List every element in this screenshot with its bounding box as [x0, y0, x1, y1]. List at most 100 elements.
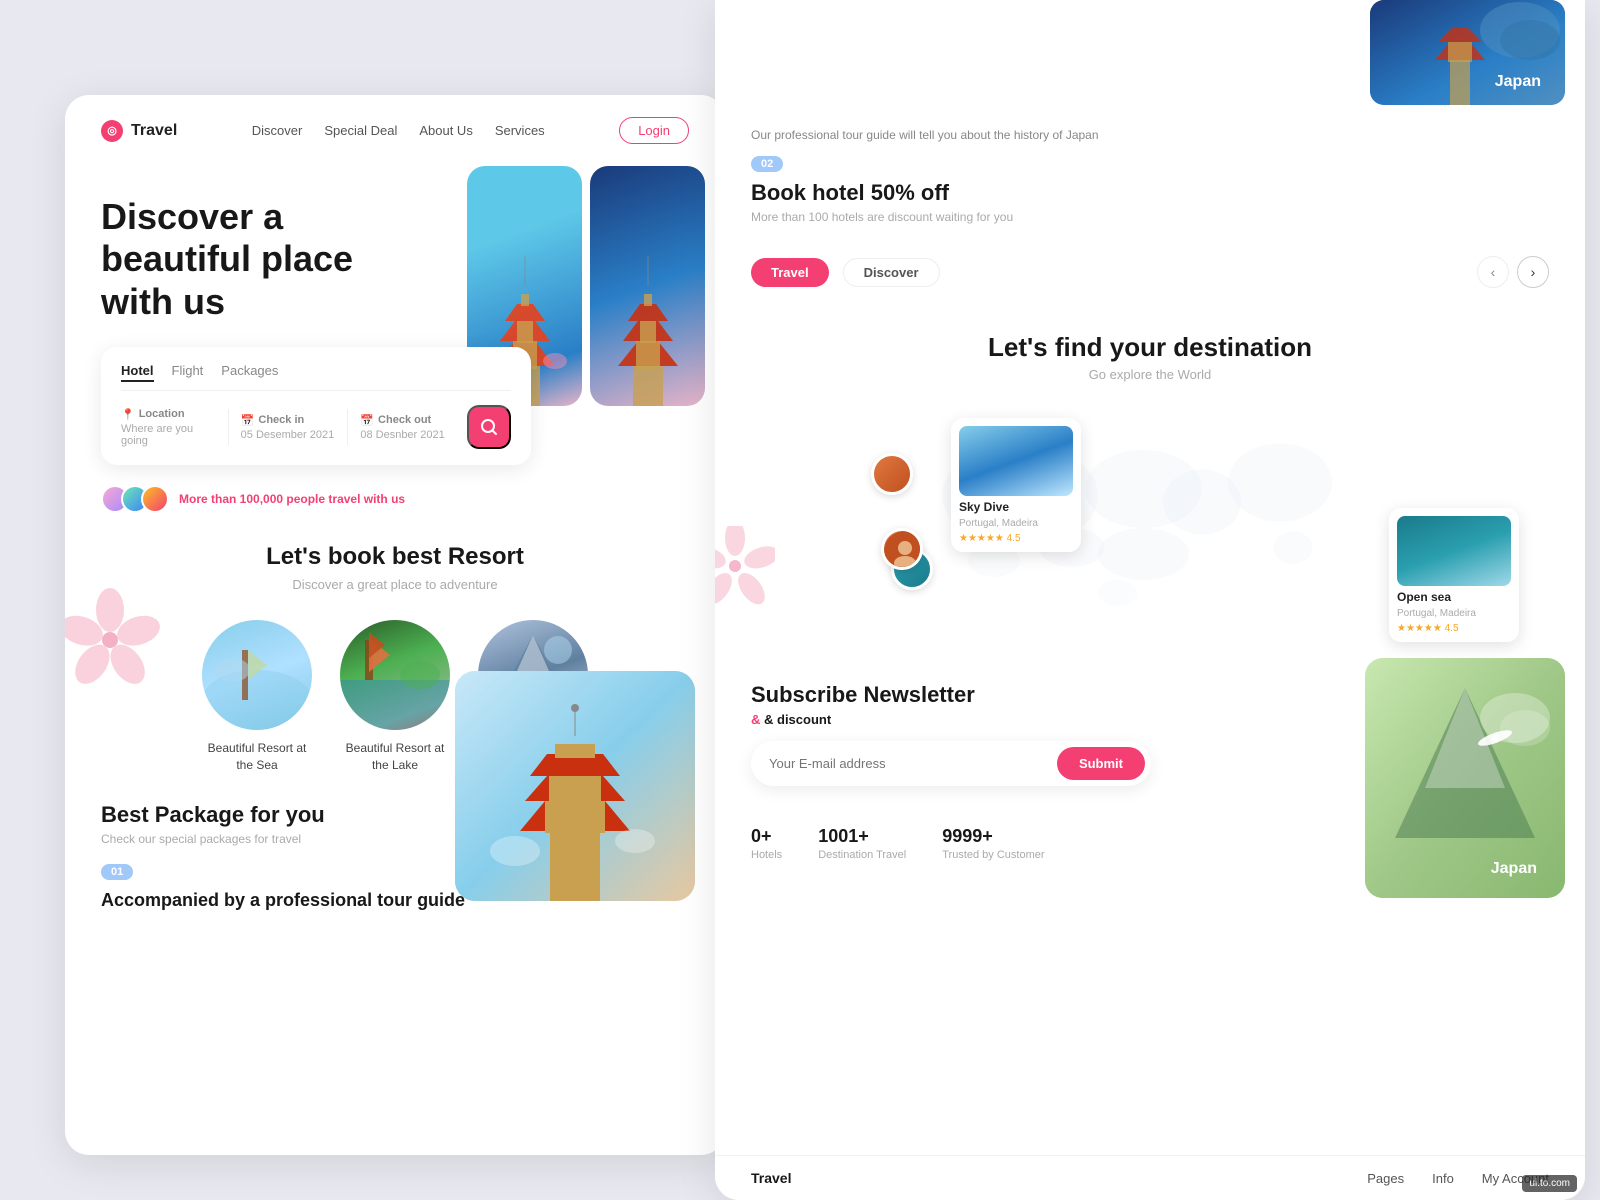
avatars — [101, 485, 169, 513]
right-footer: Travel Pages Info My Account — [715, 1155, 1585, 1200]
stat-destinations-label: Destination Travel — [818, 849, 906, 861]
lake-illustration — [340, 620, 450, 730]
left-card: ◎ Travel Discover Special Deal About Us … — [65, 95, 725, 1155]
location-value[interactable]: Where are you going — [121, 423, 216, 447]
sky-dive-rating: ★★★★★ 4.5 — [959, 533, 1073, 544]
stat-hotels-value: 0+ — [751, 826, 782, 847]
package-info-badge: 02 — [751, 156, 783, 172]
nav-link-services[interactable]: Services — [495, 123, 545, 138]
checkin-field: 📅 Check in 05 Desember 2021 — [241, 414, 336, 441]
world-map-area: Sky Dive Portugal, Madeira ★★★★★ 4.5 Ope… — [751, 398, 1549, 658]
nav-link-about[interactable]: About Us — [419, 123, 472, 138]
search-fields: 📍 Location Where are you going 📅 Check i… — [121, 405, 511, 449]
open-sea-subtitle: Portugal, Madeira — [1397, 608, 1511, 619]
nav-logo[interactable]: ◎ Travel — [101, 120, 177, 142]
map-pin-avatar — [881, 528, 923, 570]
nav-links: Discover Special Deal About Us Services — [207, 123, 589, 138]
right-card: Japan Our professional tour guide will t… — [715, 0, 1585, 1200]
left-nav: ◎ Travel Discover Special Deal About Us … — [65, 95, 725, 166]
sky-dive-image — [959, 426, 1073, 496]
sea-illustration — [202, 620, 312, 730]
destination-subtitle: Go explore the World — [751, 367, 1549, 382]
sky-dive-title: Sky Dive — [959, 500, 1073, 514]
arrow-prev-button[interactable]: ‹ — [1477, 256, 1509, 288]
email-input[interactable] — [769, 756, 1057, 771]
arrow-next-button[interactable]: › — [1517, 256, 1549, 288]
open-sea-title: Open sea — [1397, 590, 1511, 604]
nav-travel-button[interactable]: Travel — [751, 258, 829, 287]
search-button[interactable] — [467, 405, 511, 449]
subscribe-button[interactable]: Submit — [1057, 747, 1145, 780]
stat-destinations-value: 1001+ — [818, 826, 906, 847]
resort-card-lake[interactable]: Beautiful Resort atthe Lake — [340, 620, 450, 774]
checkin-label: 📅 Check in — [241, 414, 336, 427]
japan-top-label: Japan — [1483, 65, 1553, 99]
checkout-label: 📅 Check out — [360, 414, 455, 427]
search-tabs: Hotel Flight Packages — [121, 363, 511, 391]
pagoda-illustration-right — [598, 226, 698, 406]
stat-destinations: 1001+ Destination Travel — [818, 826, 906, 861]
stat-customers: 9999+ Trusted by Customer — [942, 826, 1044, 861]
footer-link-info[interactable]: Info — [1432, 1171, 1454, 1186]
checkout-value[interactable]: 08 Desnber 2021 — [360, 429, 455, 441]
tab-packages[interactable]: Packages — [221, 363, 278, 382]
japan-big-card: Japan — [1365, 658, 1565, 898]
package-info-section: Our professional tour guide will tell yo… — [715, 110, 1585, 224]
resort-circle-lake — [340, 620, 450, 730]
tab-flight[interactable]: Flight — [172, 363, 204, 382]
location-field: 📍 Location Where are you going — [121, 408, 216, 447]
sky-dive-subtitle: Portugal, Madeira — [959, 518, 1073, 529]
resort-circle-sea — [202, 620, 312, 730]
right-nav: Travel Discover ‹ › — [715, 242, 1585, 302]
hero-image-right — [590, 166, 705, 406]
package-image — [455, 671, 695, 901]
resort-title: Let's book best Resort — [101, 543, 689, 571]
subscribe-form: Submit — [751, 741, 1151, 786]
package-badge: 01 — [101, 864, 133, 880]
nav-link-special[interactable]: Special Deal — [324, 123, 397, 138]
divider-2 — [347, 409, 348, 445]
stat-hotels-label: Hotels — [751, 849, 782, 861]
location-label: 📍 Location — [121, 408, 216, 421]
japan-top-card: Japan — [1370, 0, 1565, 105]
search-icon — [479, 417, 499, 437]
watermark: ui.to.com — [1522, 1175, 1577, 1192]
package-info-title: Book hotel 50% off — [751, 180, 1549, 206]
japan-big-label: Japan — [1477, 850, 1551, 888]
tab-hotel[interactable]: Hotel — [121, 363, 154, 382]
subscribe-section: Subscribe Newsletter & & discount Submit — [715, 658, 1585, 786]
people-text: More than 100,000 people travel with us — [179, 492, 405, 506]
package-info-text: Our professional tour guide will tell yo… — [751, 128, 1101, 142]
nav-link-discover[interactable]: Discover — [252, 123, 303, 138]
hero-title: Discover a beautiful place with us — [101, 196, 421, 323]
stat-customers-value: 9999+ — [942, 826, 1044, 847]
footer-link-pages[interactable]: Pages — [1367, 1171, 1404, 1186]
nav-discover-button[interactable]: Discover — [843, 258, 940, 287]
destination-section: Let's find your destination Go explore t… — [715, 302, 1585, 382]
logo-text: Travel — [131, 122, 177, 140]
logo-icon: ◎ — [101, 120, 123, 142]
search-box: Hotel Flight Packages 📍 Location Where a… — [101, 347, 531, 465]
resort-label-sea: Beautiful Resort atthe Sea — [208, 740, 307, 774]
package-info-desc: More than 100 hotels are discount waitin… — [751, 210, 1071, 224]
login-button[interactable]: Login — [619, 117, 689, 144]
resort-label-lake: Beautiful Resort atthe Lake — [346, 740, 445, 774]
stat-hotels: 0+ Hotels — [751, 826, 782, 861]
resort-card-sea[interactable]: Beautiful Resort atthe Sea — [202, 620, 312, 774]
checkout-field: 📅 Check out 08 Desnber 2021 — [360, 414, 455, 441]
hero-section: Discover a beautiful place with us — [65, 166, 725, 513]
avatar-3 — [141, 485, 169, 513]
nav-arrows: ‹ › — [1477, 256, 1549, 288]
dest-card-skydive[interactable]: Sky Dive Portugal, Madeira ★★★★★ 4.5 — [951, 418, 1081, 552]
open-sea-image — [1397, 516, 1511, 586]
pagoda-package-illustration — [455, 671, 695, 901]
footer-brand: Travel — [751, 1170, 791, 1186]
package-section: Best Package for you Check our special p… — [65, 774, 725, 911]
checkin-value[interactable]: 05 Desember 2021 — [241, 429, 336, 441]
destination-title: Let's find your destination — [751, 332, 1549, 363]
dest-card-opensea[interactable]: Open sea Portugal, Madeira ★★★★★ 4.5 — [1389, 508, 1519, 642]
people-row: More than 100,000 people travel with us — [101, 485, 689, 513]
right-nav-links: Travel Discover — [751, 258, 940, 287]
japan-pin-circle — [871, 453, 913, 495]
divider-1 — [228, 409, 229, 445]
